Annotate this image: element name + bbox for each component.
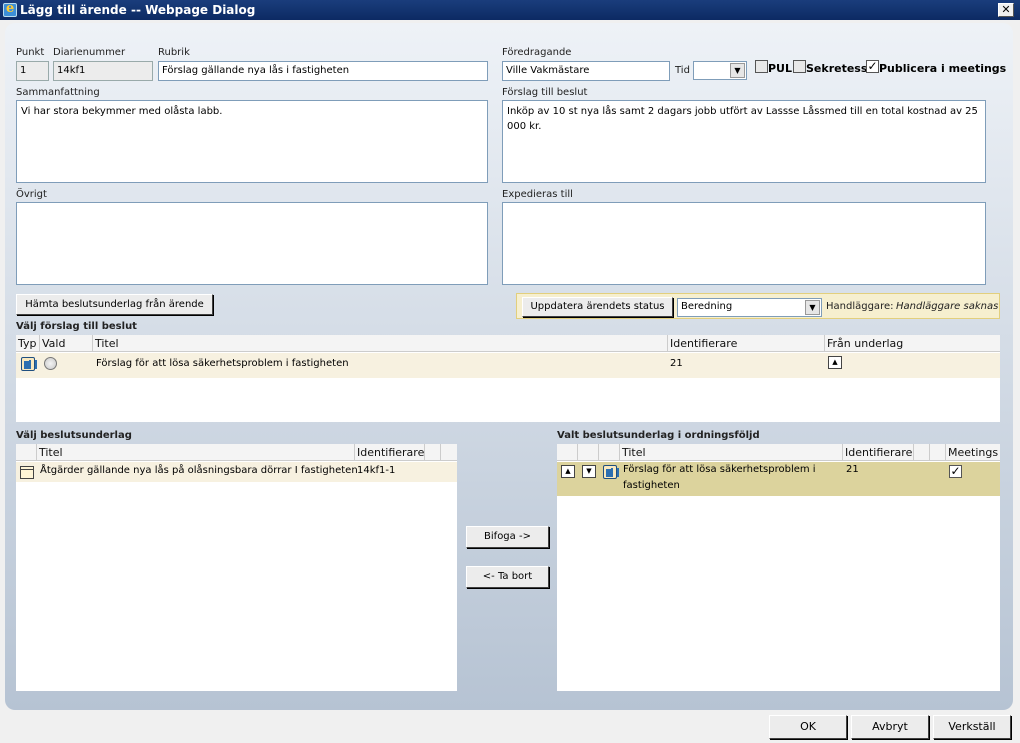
row-identifier: 14kf1-1 [357,465,396,476]
sekretess-label: Sekretess [806,62,868,75]
move-up-icon[interactable]: ▲ [561,465,575,478]
diarienummer-field[interactable]: 14kf1 [53,61,153,81]
sekretess-checkbox[interactable] [793,60,806,73]
window-titlebar: Lägg till ärende -- Webpage Dialog ✕ [0,0,1020,20]
underlag-section-title: Välj beslutsunderlag [16,430,132,441]
ok-button[interactable]: OK [769,715,847,739]
table-row[interactable]: Förslag för att lösa säkerhetsproblem i … [16,353,1000,378]
col-type [599,444,620,461]
expedieras-label: Expedieras till [502,189,573,200]
expedieras-textarea[interactable] [502,202,986,285]
forslag-textarea[interactable]: Inköp av 10 st nya lås samt 2 dagars job… [502,100,986,183]
row-title: Förslag för att lösa säkerhetsproblem i … [96,358,349,369]
row-identifier: 21 [670,358,683,369]
proposals-header: Typ Vald Titel Identifierare Från underl… [16,335,1000,352]
proposals-grid: Typ Vald Titel Identifierare Från underl… [16,335,1000,422]
row-title: Åtgärder gällande nya lås på olåsningsba… [40,465,358,476]
punkt-field[interactable]: 1 [16,61,49,81]
ovrigt-label: Övrigt [16,189,47,200]
handlaggare-value: Handläggare saknas [896,301,999,312]
table-row[interactable]: ▲ ▼ Förslag för att lösa säkerhetsproble… [557,462,1000,496]
row-title-line1: Förslag för att lösa säkerhetsproblem i [623,464,816,475]
publicera-label: Publicera i meetings [879,62,1007,75]
selected-section-title: Valt beslutsunderlag i ordningsföljd [557,430,760,441]
bifoga-button[interactable]: Bifoga -> [466,526,549,548]
selected-header: Titel Identifierare Meetings [557,444,1000,461]
meetings-checkbox[interactable]: ✓ [949,465,962,478]
col-blank-2 [425,444,441,461]
status-select[interactable]: Beredning ▼ [677,298,822,317]
col-blank-b [930,444,946,461]
ie-icon [3,1,17,17]
col-titel[interactable]: Titel [93,335,668,352]
uppdatera-status-button[interactable]: Uppdatera ärendets status [522,297,673,317]
selected-underlag-grid: Titel Identifierare Meetings ▲ ▼ Förslag… [557,444,1000,691]
col-down [578,444,599,461]
folder-icon [20,466,34,479]
form-panel: Punkt Diarienummer Rubrik Föredragande 1… [5,23,1013,710]
cancel-button[interactable]: Avbryt [851,715,929,739]
underlag-header: Titel Identifierare [16,444,457,461]
col-meetings[interactable]: Meetings [946,444,1000,461]
footer-bar: OK Avbryt Verkställ [0,693,1020,743]
ta-bort-button[interactable]: <- Ta bort [466,566,549,588]
col-up [557,444,578,461]
chevron-down-icon: ▼ [805,300,820,315]
tid-label: Tid [675,65,690,76]
col-blank [16,444,37,461]
foredragande-field[interactable]: Ville Vakmästare [502,61,670,81]
col-identifierare[interactable]: Identifierare [843,444,914,461]
hamta-beslutsunderlag-button[interactable]: Hämta beslutsunderlag från ärende [16,294,213,315]
underlag-grid: Titel Identifierare Åtgärder gällande ny… [16,444,457,691]
col-identifierare[interactable]: Identifierare [668,335,825,352]
vald-radio[interactable] [44,357,57,370]
pul-checkbox[interactable] [755,60,768,73]
chevron-down-icon: ▼ [730,63,745,78]
status-select-value: Beredning [681,301,733,312]
rubrik-field[interactable]: Förslag gällande nya lås i fastigheten [158,61,488,81]
col-identifierare[interactable]: Identifierare [355,444,425,461]
publicera-checkbox[interactable]: ✓ [866,60,879,73]
punkt-label: Punkt [16,47,45,58]
ovrigt-textarea[interactable] [16,202,488,285]
diarienummer-label: Diarienummer [53,47,126,58]
document-icon [603,465,619,479]
move-down-icon[interactable]: ▼ [582,465,596,478]
document-icon [21,357,37,371]
handlaggare-label: Handläggare: [826,301,894,312]
row-identifier: 21 [846,464,859,475]
col-typ[interactable]: Typ [16,335,40,352]
col-blank-a [914,444,930,461]
table-row[interactable]: Åtgärder gällande nya lås på olåsningsba… [16,462,457,482]
col-fran-underlag[interactable]: Från underlag [825,335,1000,352]
rubrik-label: Rubrik [158,47,190,58]
tid-select[interactable]: ▼ [693,61,747,80]
move-up-icon[interactable]: ▲ [828,356,842,369]
apply-button[interactable]: Verkställ [933,715,1011,739]
proposals-section-title: Välj förslag till beslut [16,321,137,332]
forslag-label: Förslag till beslut [502,87,588,98]
sammanfattning-label: Sammanfattning [16,87,100,98]
col-titel[interactable]: Titel [37,444,355,461]
sammanfattning-textarea[interactable]: Vi har stora bekymmer med olåsta labb. [16,100,488,183]
col-titel[interactable]: Titel [620,444,843,461]
window-title: Lägg till ärende -- Webpage Dialog [20,3,256,17]
pul-label: PUL [768,62,793,75]
row-title-line2: fastigheten [623,480,680,491]
foredragande-label: Föredragande [502,47,572,58]
close-button[interactable]: ✕ [998,3,1014,17]
col-vald[interactable]: Vald [40,335,93,352]
